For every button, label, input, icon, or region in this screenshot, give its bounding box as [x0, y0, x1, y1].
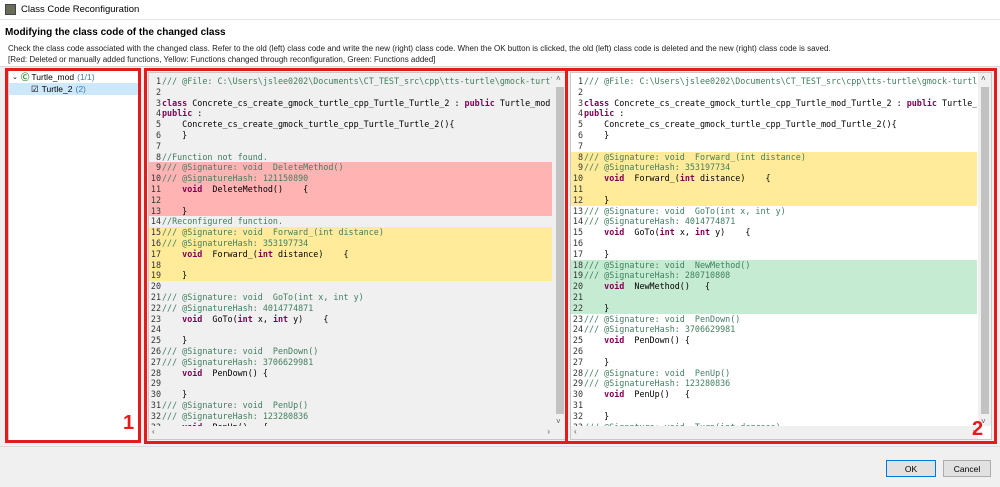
- annotation-label-1: 1: [123, 412, 135, 434]
- app-icon: [5, 4, 16, 15]
- dialog-heading: Modifying the class code of the changed …: [5, 27, 226, 38]
- annotation-box-2: [144, 68, 997, 444]
- title-bar: Class Code Reconfiguration: [0, 0, 1000, 20]
- dialog-header: Modifying the class code of the changed …: [0, 21, 1000, 66]
- window-title: Class Code Reconfiguration: [21, 4, 140, 15]
- annotation-divider: [565, 68, 568, 444]
- annotation-box-1: [5, 68, 141, 443]
- color-legend: [Red: Deleted or manually added function…: [8, 55, 436, 64]
- dialog-footer: [0, 446, 1000, 487]
- ok-button[interactable]: OK: [886, 460, 936, 477]
- annotation-label-2: 2: [972, 418, 984, 440]
- cancel-button[interactable]: Cancel: [943, 460, 991, 477]
- dialog-description: Check the class code associated with the…: [8, 44, 831, 53]
